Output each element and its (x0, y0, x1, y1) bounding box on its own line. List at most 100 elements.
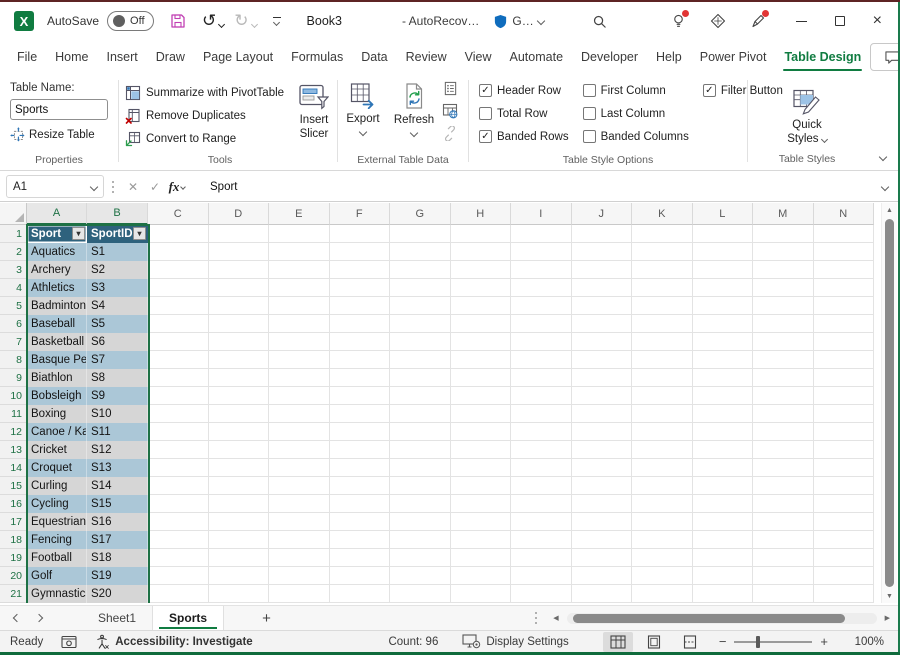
cell-K21[interactable] (632, 585, 693, 603)
row-header-18[interactable]: 18 (0, 531, 27, 549)
cell-F13[interactable] (330, 441, 391, 459)
row-header-2[interactable]: 2 (0, 243, 27, 261)
cell-F6[interactable] (330, 315, 391, 333)
cell-C21[interactable] (148, 585, 209, 603)
cell-M8[interactable] (753, 351, 814, 369)
normal-view-button[interactable] (603, 632, 633, 652)
enter-icon[interactable]: ✓ (144, 176, 166, 198)
display-settings-label[interactable]: Display Settings (486, 636, 568, 648)
cell-L4[interactable] (693, 279, 754, 297)
cell-H12[interactable] (451, 423, 512, 441)
open-in-browser-icon[interactable] (442, 103, 458, 119)
horizontal-scrollbar[interactable] (567, 613, 877, 624)
cell-L5[interactable] (693, 297, 754, 315)
cell-G16[interactable] (390, 495, 451, 513)
cell-G14[interactable] (390, 459, 451, 477)
cell-D12[interactable] (209, 423, 270, 441)
cell-C3[interactable] (148, 261, 209, 279)
tab-table-design[interactable]: Table Design (775, 42, 870, 72)
cell-M20[interactable] (753, 567, 814, 585)
cell-F12[interactable] (330, 423, 391, 441)
cell-K6[interactable] (632, 315, 693, 333)
cell-H8[interactable] (451, 351, 512, 369)
column-header-N[interactable]: N (814, 203, 875, 225)
cell-L6[interactable] (693, 315, 754, 333)
table-header-cell-sportid[interactable]: SportID▾ (87, 225, 148, 243)
cell-M10[interactable] (753, 387, 814, 405)
cell-N12[interactable] (814, 423, 875, 441)
cell-I15[interactable] (511, 477, 572, 495)
cell-M1[interactable] (753, 225, 814, 243)
cell-C19[interactable] (148, 549, 209, 567)
cell-C11[interactable] (148, 405, 209, 423)
row-header-16[interactable]: 16 (0, 495, 27, 513)
table-cell-B12[interactable]: S11 (87, 423, 148, 441)
cell-N20[interactable] (814, 567, 875, 585)
accessibility-icon[interactable] (95, 634, 110, 649)
table-cell-B5[interactable]: S4 (87, 297, 148, 315)
scroll-right-icon[interactable]: ▶ (885, 614, 890, 622)
cell-M5[interactable] (753, 297, 814, 315)
tab-developer[interactable]: Developer (572, 42, 647, 72)
cell-K11[interactable] (632, 405, 693, 423)
cell-I14[interactable] (511, 459, 572, 477)
tab-power-pivot[interactable]: Power Pivot (691, 42, 776, 72)
cell-K14[interactable] (632, 459, 693, 477)
row-header-13[interactable]: 13 (0, 441, 27, 459)
cell-L11[interactable] (693, 405, 754, 423)
cell-H9[interactable] (451, 369, 512, 387)
column-header-G[interactable]: G (390, 203, 451, 225)
cell-N18[interactable] (814, 531, 875, 549)
cell-F21[interactable] (330, 585, 391, 603)
first-column-checkbox[interactable]: First Column (583, 84, 689, 97)
cell-F19[interactable] (330, 549, 391, 567)
cell-L21[interactable] (693, 585, 754, 603)
row-header-19[interactable]: 19 (0, 549, 27, 567)
last-column-checkbox[interactable]: Last Column (583, 107, 689, 120)
zoom-out-button[interactable]: − (711, 634, 735, 649)
vertical-scrollbar[interactable]: ▲ ▼ (881, 203, 897, 603)
cell-N8[interactable] (814, 351, 875, 369)
cell-I19[interactable] (511, 549, 572, 567)
table-cell-B18[interactable]: S17 (87, 531, 148, 549)
cell-C6[interactable] (148, 315, 209, 333)
cell-J21[interactable] (572, 585, 633, 603)
cell-K17[interactable] (632, 513, 693, 531)
cell-C1[interactable] (148, 225, 209, 243)
cell-N17[interactable] (814, 513, 875, 531)
cell-D18[interactable] (209, 531, 270, 549)
cell-F16[interactable] (330, 495, 391, 513)
minimize-icon[interactable] (796, 21, 807, 22)
cell-J14[interactable] (572, 459, 633, 477)
cell-C17[interactable] (148, 513, 209, 531)
column-header-I[interactable]: I (511, 203, 572, 225)
cell-I8[interactable] (511, 351, 572, 369)
cell-K19[interactable] (632, 549, 693, 567)
cell-K2[interactable] (632, 243, 693, 261)
cell-K7[interactable] (632, 333, 693, 351)
cell-F5[interactable] (330, 297, 391, 315)
cell-I2[interactable] (511, 243, 572, 261)
excel-logo-icon[interactable]: X (14, 11, 34, 31)
cell-I18[interactable] (511, 531, 572, 549)
sheet-tab-sheet1[interactable]: Sheet1 (82, 606, 153, 630)
column-header-F[interactable]: F (330, 203, 391, 225)
cell-N16[interactable] (814, 495, 875, 513)
cell-D8[interactable] (209, 351, 270, 369)
row-header-8[interactable]: 8 (0, 351, 27, 369)
table-cell-A19[interactable]: Football (27, 549, 87, 567)
cell-M12[interactable] (753, 423, 814, 441)
gem-icon[interactable] (710, 13, 726, 29)
cell-H10[interactable] (451, 387, 512, 405)
cell-G1[interactable] (390, 225, 451, 243)
row-header-3[interactable]: 3 (0, 261, 27, 279)
table-name-input[interactable] (10, 99, 108, 120)
sheet-tab-sports[interactable]: Sports (153, 606, 224, 630)
cell-I12[interactable] (511, 423, 572, 441)
table-cell-A14[interactable]: Croquet (27, 459, 87, 477)
cell-K9[interactable] (632, 369, 693, 387)
cell-D13[interactable] (209, 441, 270, 459)
cell-H6[interactable] (451, 315, 512, 333)
cell-H11[interactable] (451, 405, 512, 423)
cell-K13[interactable] (632, 441, 693, 459)
